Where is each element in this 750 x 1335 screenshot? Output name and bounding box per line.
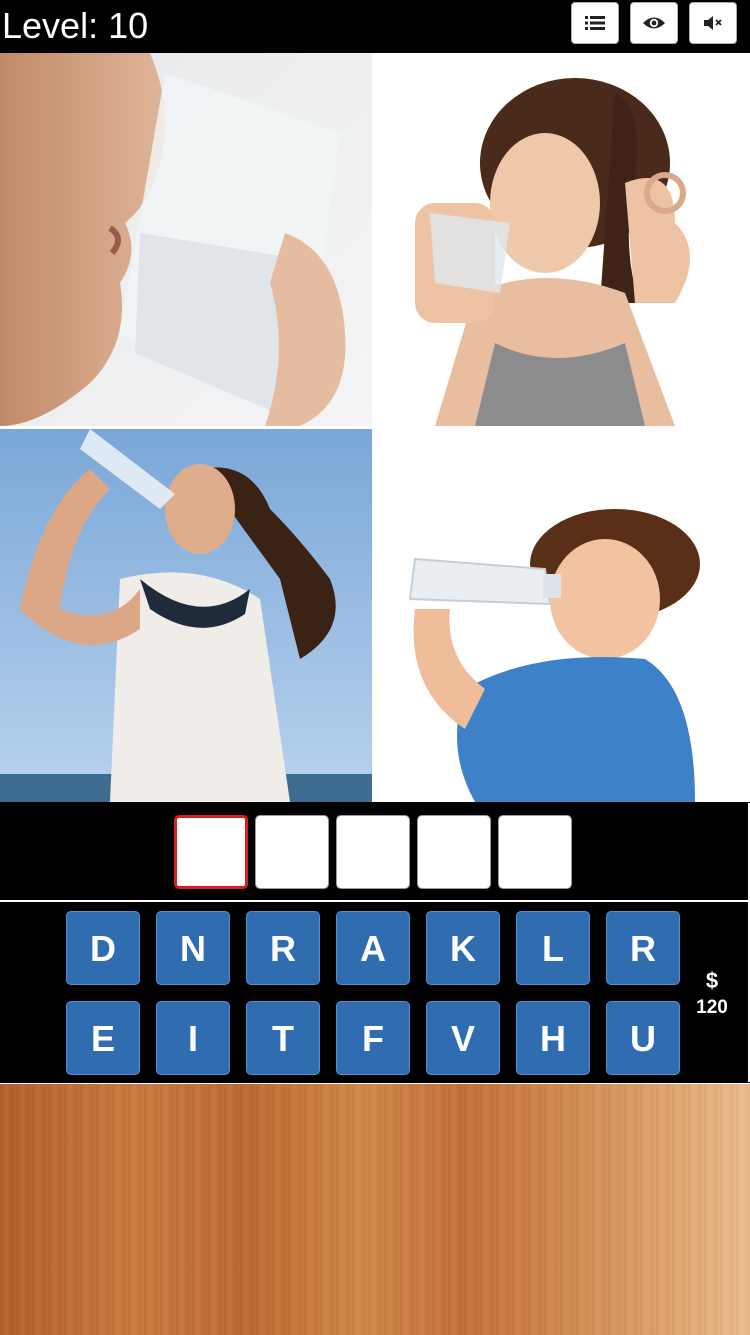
letter-tile[interactable]: U bbox=[606, 1001, 680, 1075]
puzzle-photo-3 bbox=[0, 429, 372, 802]
answer-slot-1[interactable] bbox=[174, 815, 248, 889]
letter-tile[interactable]: H bbox=[516, 1001, 590, 1075]
letter-tile[interactable]: I bbox=[156, 1001, 230, 1075]
letter-tile[interactable]: N bbox=[156, 911, 230, 985]
puzzle-photo-1 bbox=[0, 53, 372, 426]
letter-tile[interactable]: R bbox=[606, 911, 680, 985]
letter-tile[interactable]: V bbox=[426, 1001, 500, 1075]
letter-keyboard: D N R A K L R E I T F V H U bbox=[0, 902, 750, 1082]
reveal-hint-button[interactable] bbox=[630, 2, 678, 44]
eye-icon bbox=[643, 17, 665, 29]
coin-amount: 120 bbox=[696, 997, 728, 1018]
level-label: Level: 10 bbox=[2, 5, 149, 46]
letter-tile[interactable]: A bbox=[336, 911, 410, 985]
list-icon bbox=[585, 16, 605, 30]
coin-balance: $ 120 bbox=[690, 966, 734, 1020]
letter-tile[interactable]: L bbox=[516, 911, 590, 985]
letter-tile[interactable]: E bbox=[66, 1001, 140, 1075]
answer-area bbox=[0, 803, 750, 900]
answer-slot-3[interactable] bbox=[336, 815, 410, 889]
levels-list-button[interactable] bbox=[571, 2, 619, 44]
answer-slot-2[interactable] bbox=[255, 815, 329, 889]
letter-tile[interactable]: D bbox=[66, 911, 140, 985]
mute-icon bbox=[704, 16, 722, 30]
letter-tile[interactable]: R bbox=[246, 911, 320, 985]
letter-tile[interactable]: T bbox=[246, 1001, 320, 1075]
puzzle-photo-4 bbox=[375, 429, 747, 802]
letter-tile[interactable]: F bbox=[336, 1001, 410, 1075]
puzzle-photo-2 bbox=[375, 53, 747, 426]
answer-slot-4[interactable] bbox=[417, 815, 491, 889]
sound-toggle-button[interactable] bbox=[689, 2, 737, 44]
currency-symbol: $ bbox=[705, 968, 719, 993]
answer-slot-5[interactable] bbox=[498, 815, 572, 889]
picture-grid bbox=[0, 53, 750, 802]
letter-tile[interactable]: K bbox=[426, 911, 500, 985]
top-bar: Level: 10 bbox=[0, 0, 750, 52]
wood-background bbox=[0, 1083, 750, 1335]
